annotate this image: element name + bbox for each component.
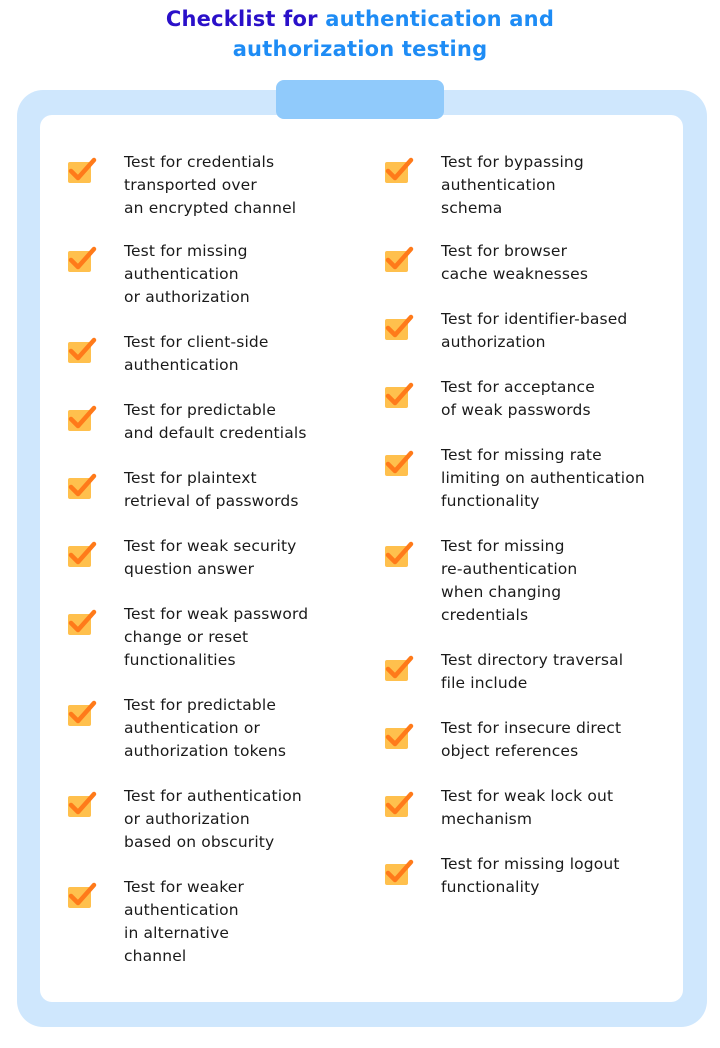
checklist-item: Test for credentials transported over an… xyxy=(66,151,356,220)
clipboard-clip xyxy=(276,80,444,119)
checked-checkbox-icon[interactable] xyxy=(383,311,415,341)
checklist-item: Test for missing rate limiting on authen… xyxy=(383,444,673,513)
checklist-item: Test for identifier-based authorization xyxy=(383,308,673,354)
checklist-item-text: Test for weak password change or reset f… xyxy=(124,605,309,669)
checklist-right-column: Test for bypassing authentication schema… xyxy=(383,151,673,899)
checklist-item-text: Test for weaker authentication in altern… xyxy=(124,878,244,965)
checklist-item: Test for weak security question answer xyxy=(66,535,356,581)
checked-checkbox-icon[interactable] xyxy=(383,788,415,818)
checklist-item: Test for authentication or authorization… xyxy=(66,785,356,854)
checklist-item-text: Test for predictable authentication or a… xyxy=(124,696,287,760)
checklist-item-text: Test for credentials transported over an… xyxy=(124,153,297,217)
checklist-item-text: Test for predictable and default credent… xyxy=(124,401,307,442)
checked-checkbox-icon[interactable] xyxy=(383,447,415,477)
checked-checkbox-icon[interactable] xyxy=(66,334,98,364)
checklist-item: Test for predictable authentication or a… xyxy=(66,694,356,763)
checklist-item: Test directory traversal file include xyxy=(383,649,673,695)
checklist-item: Test for insecure direct object referenc… xyxy=(383,717,673,763)
checked-checkbox-icon[interactable] xyxy=(383,720,415,750)
checklist-item-text: Test for missing logout functionality xyxy=(441,855,620,896)
checklist-item-text: Test for missing rate limiting on authen… xyxy=(441,446,645,510)
checked-checkbox-icon[interactable] xyxy=(66,606,98,636)
page-title: Checklist for authentication and authori… xyxy=(0,4,720,64)
checked-checkbox-icon[interactable] xyxy=(66,788,98,818)
checklist-item: Test for missing re-authentication when … xyxy=(383,535,673,627)
checklist-item-text: Test for weak security question answer xyxy=(124,537,297,578)
checked-checkbox-icon[interactable] xyxy=(66,697,98,727)
checklist-left-column: Test for credentials transported over an… xyxy=(66,151,356,968)
checked-checkbox-icon[interactable] xyxy=(383,856,415,886)
checked-checkbox-icon[interactable] xyxy=(66,538,98,568)
checklist-item: Test for client-side authentication xyxy=(66,331,356,377)
checked-checkbox-icon[interactable] xyxy=(66,879,98,909)
checked-checkbox-icon[interactable] xyxy=(66,243,98,273)
title-line-2: authorization testing xyxy=(232,37,488,61)
checklist-item: Test for missing authentication or autho… xyxy=(66,240,356,309)
checked-checkbox-icon[interactable] xyxy=(66,154,98,184)
checklist-item-text: Test directory traversal file include xyxy=(441,651,624,692)
checked-checkbox-icon[interactable] xyxy=(383,243,415,273)
checklist-item: Test for missing logout functionality xyxy=(383,853,673,899)
checked-checkbox-icon[interactable] xyxy=(383,379,415,409)
checklist-item-text: Test for authentication or authorization… xyxy=(124,787,302,851)
checklist-item: Test for weak password change or reset f… xyxy=(66,603,356,672)
checklist-item-text: Test for plaintext retrieval of password… xyxy=(124,469,299,510)
checklist-item-text: Test for weak lock out mechanism xyxy=(441,787,614,828)
checklist-item: Test for predictable and default credent… xyxy=(66,399,356,445)
checklist-item-text: Test for browser cache weaknesses xyxy=(441,242,589,283)
title-line-1: Checklist for authentication and xyxy=(0,4,720,34)
checklist-item: Test for bypassing authentication schema xyxy=(383,151,673,220)
checklist-item-text: Test for bypassing authentication schema xyxy=(441,153,584,217)
checklist-item: Test for browser cache weaknesses xyxy=(383,240,673,286)
checklist-item-text: Test for identifier-based authorization xyxy=(441,310,628,351)
title-highlight-light: authentication and xyxy=(325,7,555,31)
checklist-item: Test for plaintext retrieval of password… xyxy=(66,467,356,513)
checklist-item: Test for acceptance of weak passwords xyxy=(383,376,673,422)
checklist-item-text: Test for client-side authentication xyxy=(124,333,269,374)
checked-checkbox-icon[interactable] xyxy=(383,154,415,184)
checklist-item-text: Test for missing authentication or autho… xyxy=(124,242,250,306)
checked-checkbox-icon[interactable] xyxy=(383,652,415,682)
checked-checkbox-icon[interactable] xyxy=(66,402,98,432)
checked-checkbox-icon[interactable] xyxy=(66,470,98,500)
checklist-item: Test for weaker authentication in altern… xyxy=(66,876,356,968)
checked-checkbox-icon[interactable] xyxy=(383,538,415,568)
checklist-item: Test for weak lock out mechanism xyxy=(383,785,673,831)
checklist-item-text: Test for missing re-authentication when … xyxy=(441,537,578,624)
title-highlight-dark: Checklist for xyxy=(165,7,326,31)
checklist-item-text: Test for insecure direct object referenc… xyxy=(441,719,622,760)
checklist-item-text: Test for acceptance of weak passwords xyxy=(441,378,595,419)
